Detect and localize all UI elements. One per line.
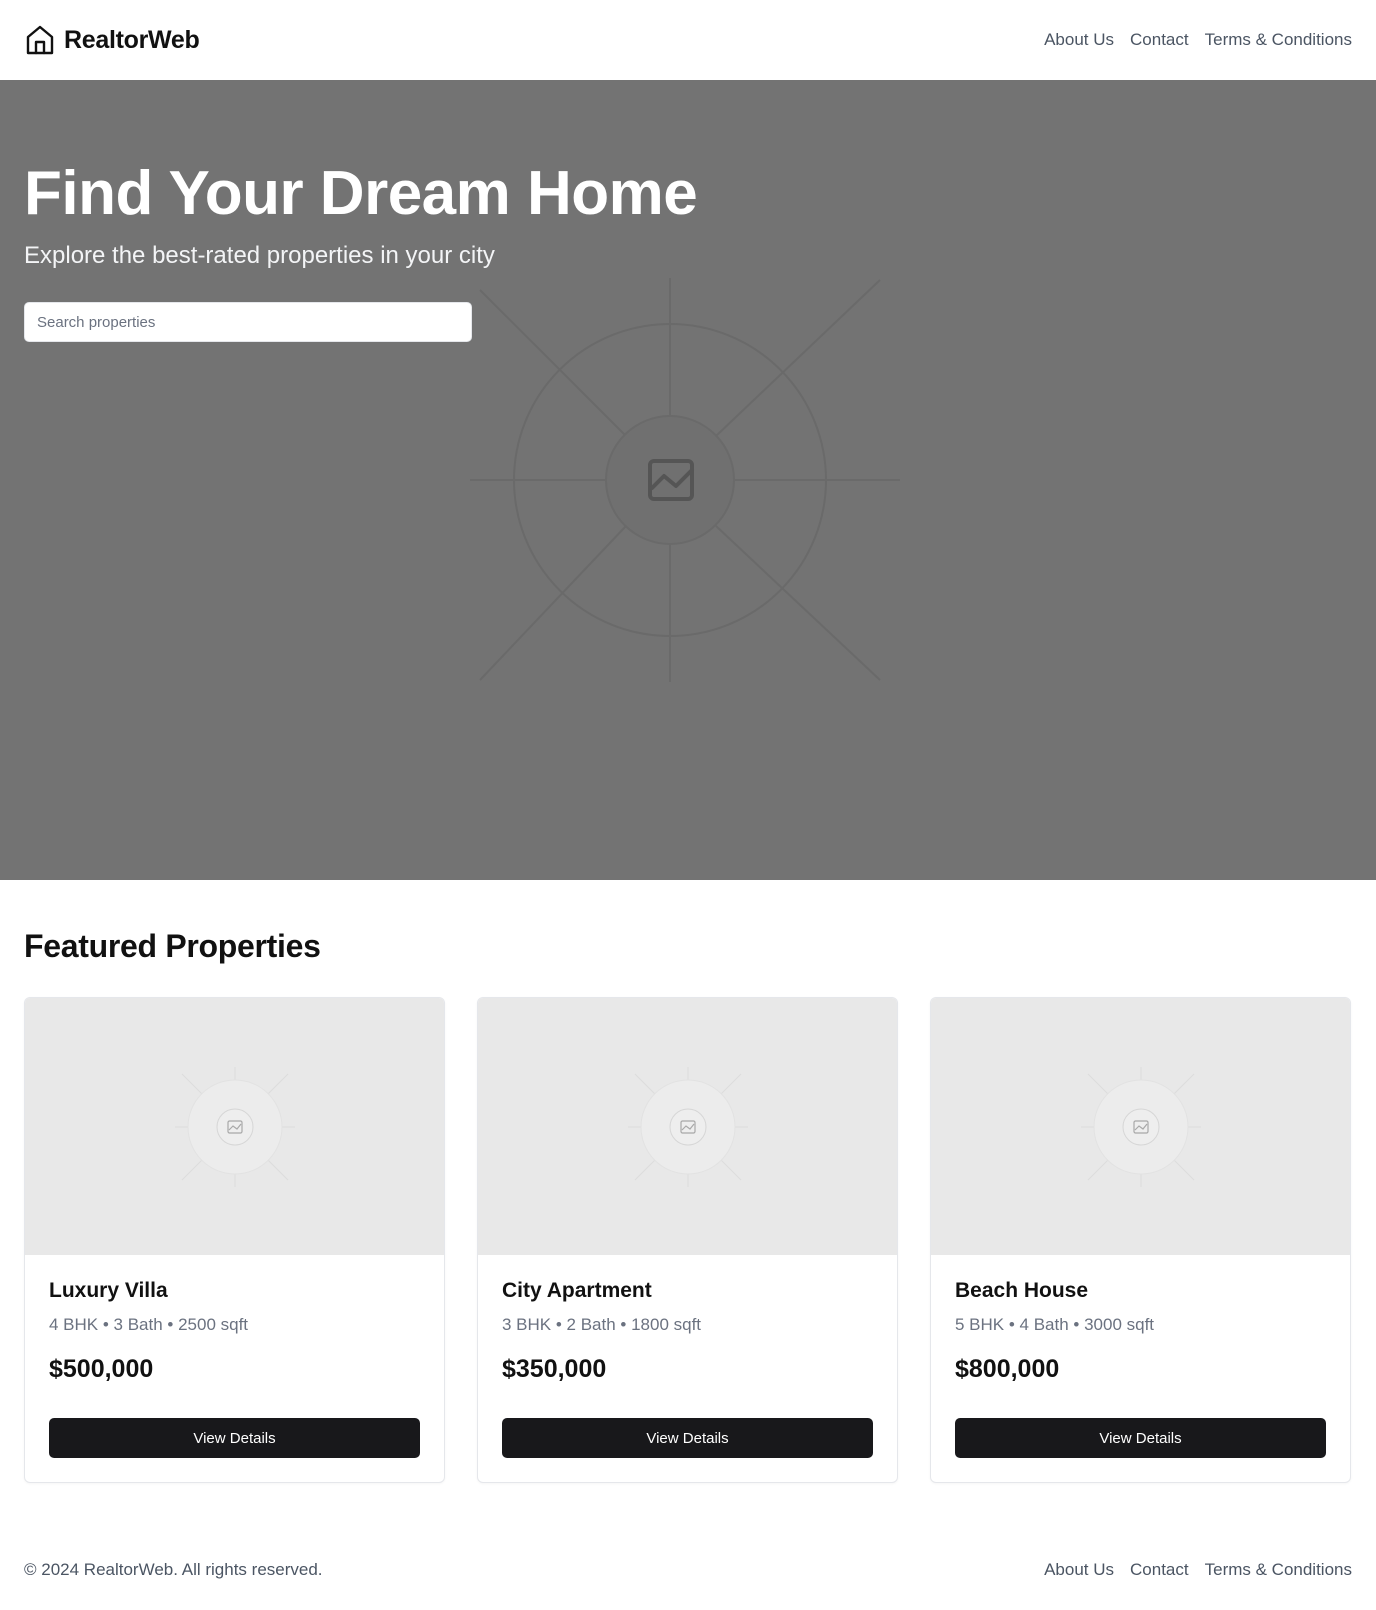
home-icon (24, 24, 56, 56)
property-price: $500,000 (49, 1355, 154, 1383)
footer-link-contact[interactable]: Contact (1130, 1560, 1189, 1580)
property-image (931, 998, 1350, 1255)
property-card[interactable]: Beach House 5 BHK • 4 Bath • 3000 sqft $… (930, 997, 1351, 1483)
search-input[interactable] (24, 302, 472, 343)
site-footer: © 2024 RealtorWeb. All rights reserved. … (0, 1548, 1376, 1592)
property-details: 5 BHK • 4 Bath • 3000 sqft (955, 1315, 1155, 1334)
brand[interactable]: RealtorWeb (24, 24, 200, 56)
card-body: City Apartment 3 BHK • 2 Bath • 1800 sqf… (478, 1255, 897, 1482)
property-details: 3 BHK • 2 Bath • 1800 sqft (502, 1315, 702, 1334)
footer-nav: About Us Contact Terms & Conditions (1044, 1560, 1352, 1580)
featured-section: Featured Properties Luxury Villa 4 BHK •… (0, 880, 1376, 1483)
property-name: Beach House (955, 1279, 1089, 1302)
property-card[interactable]: Luxury Villa 4 BHK • 3 Bath • 2500 sqft … (24, 997, 445, 1483)
image-placeholder-icon (627, 1066, 748, 1187)
hero-subtitle: Explore the best-rated properties in you… (24, 242, 495, 270)
footer-link-terms[interactable]: Terms & Conditions (1205, 1560, 1352, 1580)
property-card[interactable]: City Apartment 3 BHK • 2 Bath • 1800 sqf… (477, 997, 898, 1483)
nav-contact[interactable]: Contact (1130, 30, 1189, 50)
property-price: $350,000 (502, 1355, 607, 1383)
hero-content: Find Your Dream Home Explore the best-ra… (24, 159, 698, 343)
nav-about-us[interactable]: About Us (1044, 30, 1114, 50)
view-details-button[interactable]: View Details (955, 1418, 1326, 1458)
footer-link-about-us[interactable]: About Us (1044, 1560, 1114, 1580)
image-placeholder-icon (1080, 1066, 1201, 1187)
property-image (478, 998, 897, 1255)
copyright: © 2024 RealtorWeb. All rights reserved. (24, 1560, 323, 1579)
site-header: RealtorWeb About Us Contact Terms & Cond… (0, 0, 1376, 80)
brand-name: RealtorWeb (64, 25, 200, 54)
card-body: Luxury Villa 4 BHK • 3 Bath • 2500 sqft … (25, 1255, 444, 1482)
property-name: Luxury Villa (49, 1279, 168, 1302)
property-name: City Apartment (502, 1279, 652, 1302)
image-placeholder-icon (174, 1066, 295, 1187)
card-body: Beach House 5 BHK • 4 Bath • 3000 sqft $… (931, 1255, 1350, 1482)
property-cards: Luxury Villa 4 BHK • 3 Bath • 2500 sqft … (24, 997, 1352, 1483)
hero-title: Find Your Dream Home (24, 159, 698, 228)
view-details-button[interactable]: View Details (502, 1418, 873, 1458)
view-details-button[interactable]: View Details (49, 1418, 420, 1458)
nav-terms[interactable]: Terms & Conditions (1205, 30, 1352, 50)
property-image (25, 998, 444, 1255)
header-nav: About Us Contact Terms & Conditions (1044, 30, 1352, 50)
property-details: 4 BHK • 3 Bath • 2500 sqft (49, 1315, 249, 1334)
hero-section: Find Your Dream Home Explore the best-ra… (0, 80, 1376, 880)
featured-title: Featured Properties (24, 928, 321, 964)
property-price: $800,000 (955, 1355, 1060, 1383)
